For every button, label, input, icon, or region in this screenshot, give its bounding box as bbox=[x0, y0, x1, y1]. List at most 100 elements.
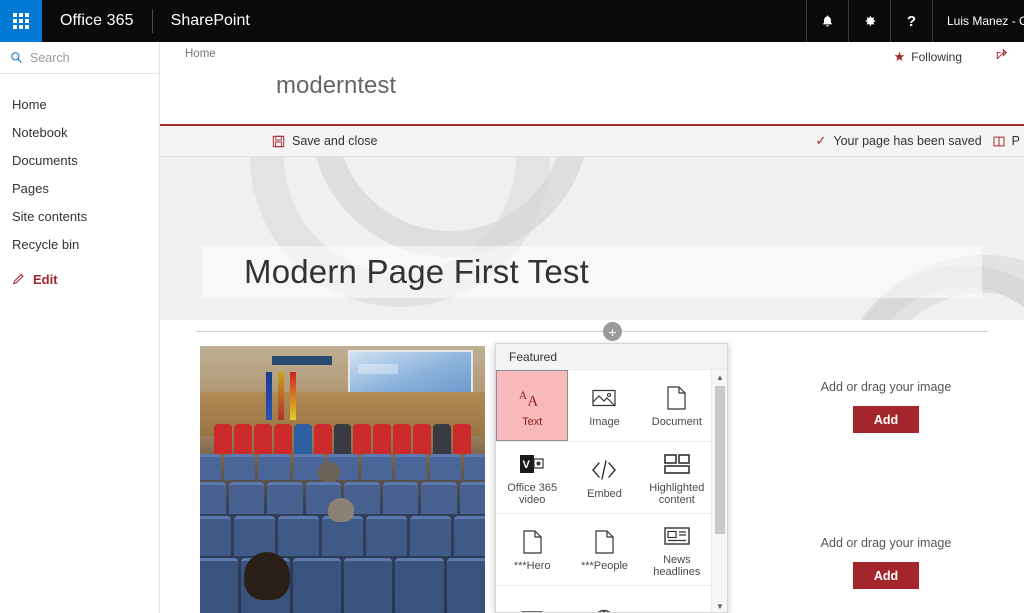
web-part-tile-document[interactable]: Document bbox=[641, 370, 713, 441]
hero-banner: Modern Page First Test bbox=[160, 157, 1024, 320]
nav-item-list: Home Notebook Documents Pages Site conte… bbox=[0, 74, 159, 294]
web-part-tile-hero[interactable]: ***Hero bbox=[496, 514, 568, 585]
site-title-text: moderntest bbox=[276, 72, 396, 99]
page-title-band: Modern Page First Test bbox=[202, 246, 982, 298]
auditorium-panel-people bbox=[200, 418, 485, 454]
page-title-text[interactable]: Modern Page First Test bbox=[244, 253, 589, 291]
auditorium-banner bbox=[272, 356, 332, 365]
left-navigation: Search Home Notebook Documents Pages Sit… bbox=[0, 42, 160, 613]
sidebar-item-documents[interactable]: Documents bbox=[0, 146, 159, 174]
settings-gear-icon[interactable] bbox=[848, 0, 890, 42]
web-part-tile-highlighted-content[interactable]: Highlighted content bbox=[641, 442, 713, 513]
people-page-icon bbox=[595, 527, 614, 557]
office-365-brand[interactable]: Office 365 bbox=[42, 0, 152, 42]
image-webpart-auditorium[interactable] bbox=[200, 346, 485, 613]
sidebar-item-label: Site contents bbox=[12, 209, 87, 224]
web-part-tile-news-headlines[interactable]: News headlines bbox=[641, 514, 713, 585]
sidebar-item-label: Recycle bin bbox=[12, 237, 79, 252]
add-image-button[interactable]: Add bbox=[853, 406, 919, 433]
hero-page-icon bbox=[523, 527, 542, 557]
sidebar-item-recycle-bin[interactable]: Recycle bin bbox=[0, 230, 159, 258]
search-input[interactable]: Search bbox=[0, 42, 159, 74]
column-left bbox=[200, 346, 485, 613]
web-part-tile-image[interactable]: Image bbox=[568, 370, 640, 441]
sharepoint-app-label[interactable]: SharePoint bbox=[153, 0, 268, 42]
audience-head bbox=[318, 462, 340, 482]
web-part-tile-office-365-video[interactable]: V Office 365 video bbox=[496, 442, 568, 513]
svg-text:V: V bbox=[523, 459, 531, 471]
web-part-tile-embed[interactable]: Embed bbox=[568, 442, 640, 513]
following-button[interactable]: ★ Following bbox=[894, 49, 962, 65]
sidebar-item-site-contents[interactable]: Site contents bbox=[0, 202, 159, 230]
web-part-tile-text[interactable]: A A Text bbox=[496, 370, 568, 441]
edit-navigation-button[interactable]: Edit bbox=[0, 264, 159, 294]
command-bar: Save and close ✓ Your page has been save… bbox=[160, 126, 1024, 157]
image-placeholder-right-top[interactable]: Add or drag your image Add bbox=[786, 380, 986, 433]
status-badge: ✓ Your page has been saved bbox=[815, 133, 991, 149]
user-account-name[interactable]: Luis Manez - Of bbox=[932, 0, 1024, 42]
auditorium-seat-row bbox=[200, 516, 485, 556]
sidebar-item-home[interactable]: Home bbox=[0, 90, 159, 118]
search-icon bbox=[10, 51, 30, 64]
audience-head bbox=[244, 552, 290, 600]
book-details-icon bbox=[992, 135, 1006, 148]
suite-bar: Office 365 SharePoint ? Luis Manez - Of bbox=[0, 0, 1024, 42]
web-part-tile-partial-2[interactable] bbox=[568, 586, 640, 613]
list-icon bbox=[520, 605, 544, 613]
globe-icon bbox=[593, 605, 615, 613]
share-icon[interactable] bbox=[995, 47, 1010, 64]
sidebar-item-notebook[interactable]: Notebook bbox=[0, 118, 159, 146]
page-title[interactable]: moderntest bbox=[276, 72, 396, 100]
link-arrow-icon bbox=[667, 605, 687, 613]
section-divider bbox=[196, 331, 988, 332]
web-part-row: ***Hero ***People bbox=[496, 514, 713, 586]
web-part-tile-label: Text bbox=[522, 416, 542, 428]
svg-text:A: A bbox=[528, 393, 539, 409]
scroll-down-glyph: ▼ bbox=[716, 602, 724, 611]
star-icon: ★ bbox=[894, 49, 906, 65]
help-icon[interactable]: ? bbox=[890, 0, 932, 42]
picker-scrollbar[interactable]: ▲ ▼ bbox=[711, 370, 727, 613]
web-part-tile-people[interactable]: ***People bbox=[568, 514, 640, 585]
scroll-up-arrow-icon[interactable]: ▲ bbox=[712, 370, 728, 385]
web-part-tile-label: Image bbox=[589, 416, 620, 428]
add-image-button[interactable]: Add bbox=[853, 562, 919, 589]
sidebar-item-label: Pages bbox=[12, 181, 49, 196]
edit-navigation-label: Edit bbox=[33, 272, 58, 287]
auditorium-seat-row bbox=[200, 454, 485, 480]
notifications-icon[interactable] bbox=[806, 0, 848, 42]
save-status-label: Your page has been saved bbox=[833, 134, 981, 148]
web-part-row: V Office 365 video Embed bbox=[496, 442, 713, 514]
page-details-button[interactable]: P bbox=[992, 134, 1024, 148]
highlighted-content-icon bbox=[664, 449, 690, 479]
add-section-plus-icon: + bbox=[608, 325, 616, 339]
sharepoint-label-text: SharePoint bbox=[171, 12, 250, 30]
web-part-picker-panel: Featured A A Text bbox=[495, 343, 728, 613]
save-and-close-label: Save and close bbox=[292, 134, 377, 148]
web-part-tile-label: Office 365 video bbox=[498, 482, 566, 506]
breadcrumb[interactable]: Home bbox=[185, 48, 216, 60]
web-part-row-partial bbox=[496, 586, 713, 613]
app-launcher-icon[interactable] bbox=[0, 0, 42, 42]
flag-icon bbox=[290, 372, 296, 420]
scrollbar-thumb[interactable] bbox=[715, 386, 725, 534]
add-section-button[interactable]: + bbox=[603, 322, 622, 341]
web-part-tile-partial-1[interactable] bbox=[496, 586, 568, 613]
image-picture-icon bbox=[592, 383, 616, 413]
embed-code-icon bbox=[591, 455, 617, 485]
news-headlines-icon bbox=[664, 521, 690, 551]
sidebar-item-pages[interactable]: Pages bbox=[0, 174, 159, 202]
web-part-tile-label: News headlines bbox=[643, 554, 711, 578]
audience-head bbox=[328, 498, 354, 522]
web-part-tile-partial-3[interactable] bbox=[641, 586, 713, 613]
waffle-grid bbox=[13, 13, 29, 29]
scroll-down-arrow-icon[interactable]: ▼ bbox=[712, 599, 728, 613]
web-part-tile-label: ***Hero bbox=[514, 560, 551, 572]
auditorium-seat-row bbox=[200, 558, 485, 613]
image-placeholder-right-bottom[interactable]: Add or drag your image Add bbox=[786, 536, 986, 589]
sidebar-item-label: Documents bbox=[12, 153, 78, 168]
web-part-picker-list: A A Text Image bbox=[496, 370, 713, 613]
suite-spacer bbox=[268, 0, 806, 42]
web-part-picker-header: Featured bbox=[496, 344, 727, 370]
save-and-close-button[interactable]: Save and close bbox=[260, 126, 389, 156]
